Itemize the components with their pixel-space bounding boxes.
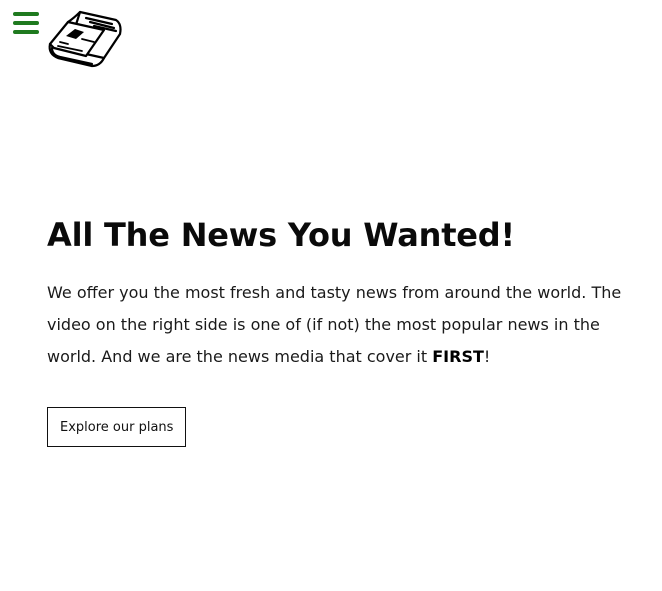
hero-text-end: ! [483,347,491,366]
hero-section: All The News You Wanted! We offer you th… [47,214,647,447]
page-title: All The News You Wanted! [47,216,515,254]
menu-bar [13,21,39,25]
hamburger-menu-icon[interactable] [13,12,40,34]
explore-plans-button[interactable]: Explore our plans [47,407,187,447]
hero-text-part: We offer you the most fresh and tasty ne… [47,283,622,366]
menu-bar [13,30,39,34]
menu-bar [13,12,39,16]
hero-description: We offer you the most fresh and tasty ne… [47,277,647,373]
hero-text-bold: FIRST [432,347,484,366]
newspaper-icon[interactable] [46,8,124,68]
